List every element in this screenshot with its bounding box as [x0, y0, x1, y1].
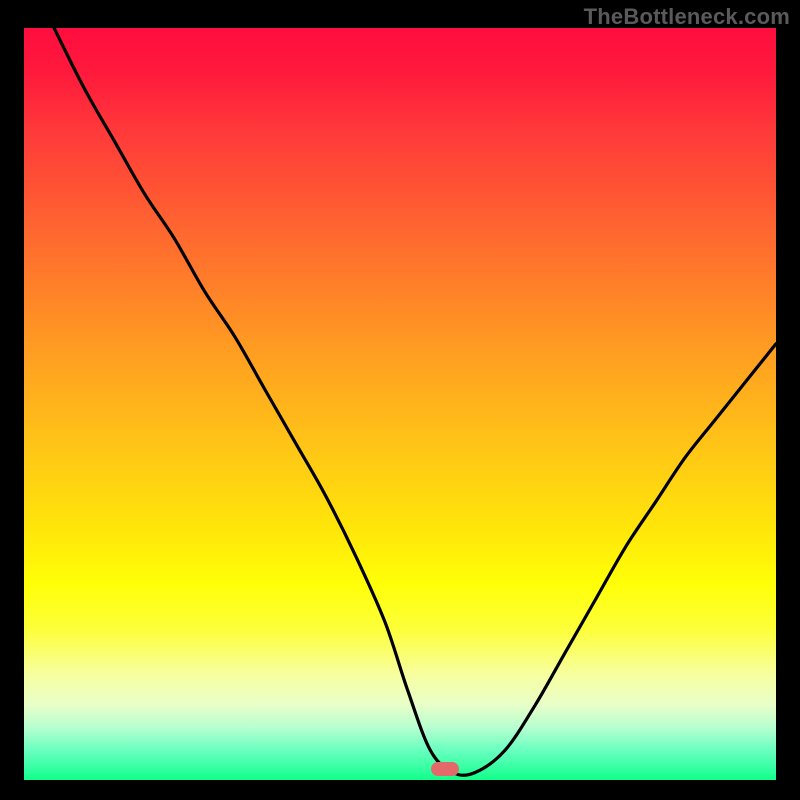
- bottleneck-curve: [54, 28, 776, 775]
- curve-layer: [24, 28, 776, 780]
- watermark-text: TheBottleneck.com: [584, 4, 790, 30]
- optimal-marker: [431, 762, 459, 776]
- chart-frame: TheBottleneck.com: [0, 0, 800, 800]
- plot-area: [24, 28, 776, 780]
